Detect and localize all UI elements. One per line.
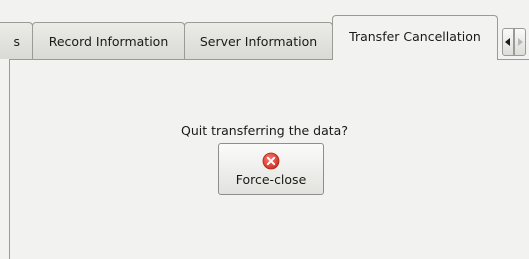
tab-partial[interactable]: s xyxy=(0,22,33,59)
tab-label: Server Information xyxy=(199,33,318,49)
cancel-circle-icon xyxy=(262,152,280,169)
tab-label: Record Information xyxy=(48,33,169,49)
tab-label: Transfer Cancellation xyxy=(349,28,481,44)
tab-bar: s Record Information Server Information … xyxy=(0,0,529,60)
tab-scroll-left-button[interactable] xyxy=(502,28,514,56)
tab-record-information[interactable]: Record Information xyxy=(32,22,185,59)
triangle-left-icon xyxy=(505,38,510,46)
quit-transfer-question: Quit transferring the data? xyxy=(181,123,348,138)
tab-label: s xyxy=(13,33,20,49)
tab-scroll-right-button[interactable] xyxy=(514,28,526,56)
triangle-right-icon xyxy=(518,38,523,46)
force-close-button[interactable]: Force-close xyxy=(218,143,324,195)
force-close-label: Force-close xyxy=(235,171,307,187)
tab-server-information[interactable]: Server Information xyxy=(184,22,333,59)
tab-transfer-cancellation[interactable]: Transfer Cancellation xyxy=(332,15,498,60)
